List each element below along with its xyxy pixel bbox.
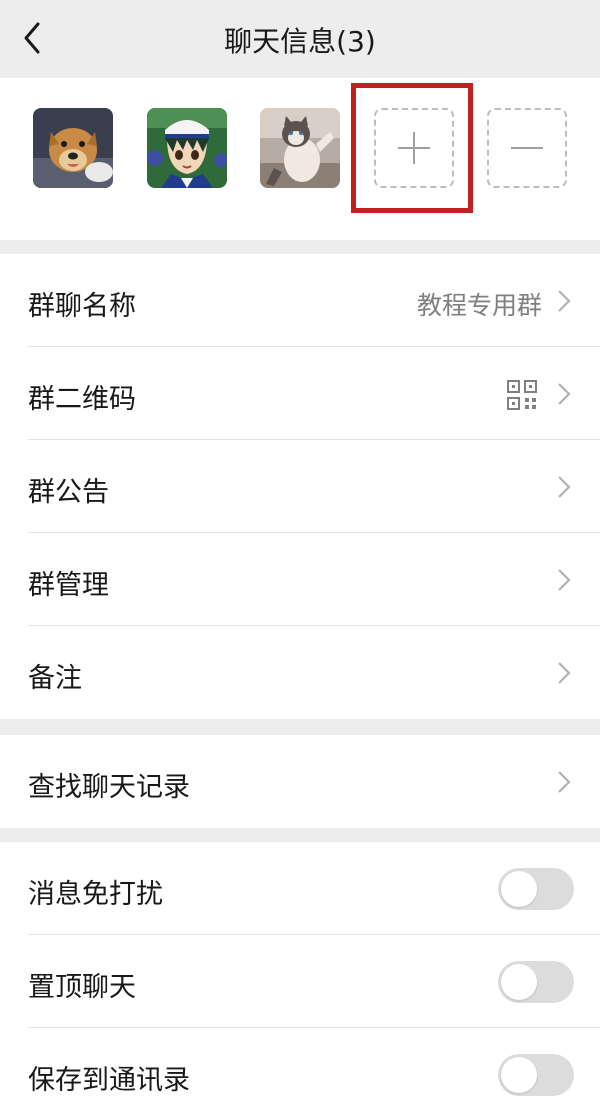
search-history-row[interactable]: 查找聊天记录 xyxy=(28,735,600,828)
page-title: 聊天信息(3) xyxy=(224,25,376,58)
pin-toggle[interactable] xyxy=(498,961,574,1003)
member-avatar-anime[interactable] xyxy=(147,108,227,188)
anime-avatar-image xyxy=(147,108,227,188)
search-history-section: 查找聊天记录 xyxy=(0,735,600,828)
toggle-knob xyxy=(501,964,537,1000)
toggle-knob xyxy=(501,871,537,907)
cat-avatar-image xyxy=(260,108,340,188)
group-notice-row[interactable]: 群公告 xyxy=(28,440,600,533)
chevron-right-icon xyxy=(558,290,571,312)
qr-code-label: 群二维码 xyxy=(28,384,136,415)
remove-member-button[interactable] xyxy=(487,108,567,188)
save-contacts-toggle[interactable] xyxy=(498,1054,574,1096)
chevron-right-icon xyxy=(558,476,571,498)
chevron-right-icon xyxy=(558,771,571,793)
chevron-right-icon xyxy=(558,662,571,684)
group-name-row[interactable]: 群聊名称 教程专用群 xyxy=(28,254,600,347)
qr-code-icon xyxy=(507,380,537,410)
group-notice-label: 群公告 xyxy=(28,477,109,508)
remark-label: 备注 xyxy=(28,663,82,694)
member-grid xyxy=(0,78,600,240)
add-member-button[interactable] xyxy=(374,108,454,188)
remark-row[interactable]: 备注 xyxy=(28,626,600,719)
group-manage-label: 群管理 xyxy=(28,570,109,601)
member-avatar-cat[interactable] xyxy=(260,108,340,188)
pin-label: 置顶聊天 xyxy=(28,972,136,1003)
group-settings-section: 群聊名称 教程专用群 群二维码 群公告 群管理 备注 xyxy=(0,254,600,719)
qr-code-row[interactable]: 群二维码 xyxy=(28,347,600,440)
nav-bar: 聊天信息(3) xyxy=(0,0,600,78)
minus-icon xyxy=(511,147,543,149)
toggle-knob xyxy=(501,1057,537,1093)
save-contacts-label: 保存到通讯录 xyxy=(28,1065,190,1096)
member-avatar-dog[interactable] xyxy=(33,108,113,188)
group-name-label: 群聊名称 xyxy=(28,291,136,322)
chevron-right-icon xyxy=(558,569,571,591)
plus-icon xyxy=(398,132,430,164)
pin-row: 置顶聊天 xyxy=(28,935,600,1028)
mute-row: 消息免打扰 xyxy=(28,842,600,935)
toggle-settings-section: 消息免打扰 置顶聊天 保存到通讯录 xyxy=(0,842,600,1118)
chevron-right-icon xyxy=(558,383,571,405)
search-history-label: 查找聊天记录 xyxy=(28,772,190,803)
dog-avatar-image xyxy=(33,108,113,188)
mute-label: 消息免打扰 xyxy=(28,879,163,910)
group-name-value: 教程专用群 xyxy=(416,291,542,320)
mute-toggle[interactable] xyxy=(498,868,574,910)
save-contacts-row: 保存到通讯录 xyxy=(28,1028,600,1118)
group-manage-row[interactable]: 群管理 xyxy=(28,533,600,626)
